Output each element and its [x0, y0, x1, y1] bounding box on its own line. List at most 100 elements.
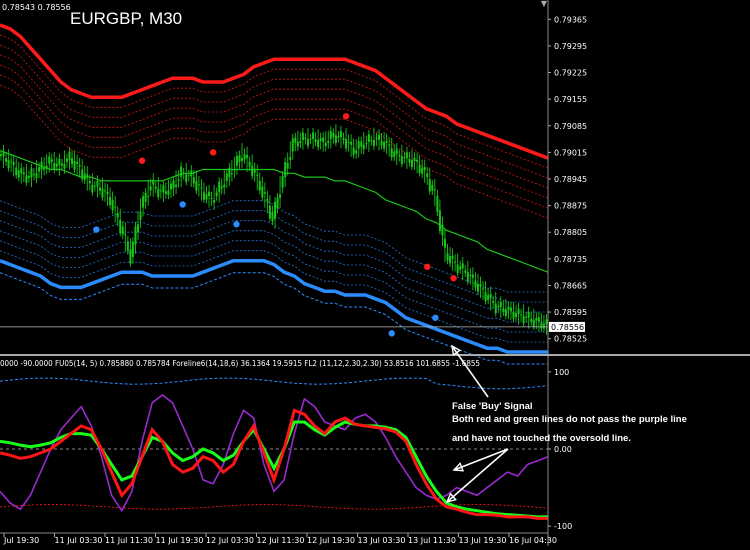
candle-body [291, 138, 294, 152]
signal-dot [93, 226, 100, 233]
candle-body [357, 141, 360, 149]
candle-body [405, 152, 408, 159]
candle-body [261, 186, 264, 198]
time-tick-label: 16 Jul 04:30 [509, 536, 557, 545]
candle-body [390, 148, 393, 158]
candle-body [65, 158, 68, 162]
candle-body [263, 192, 266, 194]
candle-body [12, 162, 15, 165]
candle-body [55, 163, 58, 167]
candle-body [428, 179, 431, 192]
candle-body [294, 137, 297, 143]
candle-body [515, 313, 518, 318]
candle-body [253, 169, 256, 173]
signal-dot [209, 149, 217, 156]
candle-body [17, 170, 20, 178]
candle-body [175, 184, 178, 187]
candle-body [162, 185, 165, 193]
candle-body [312, 132, 315, 140]
candle-body [451, 255, 454, 259]
candle-body [362, 144, 365, 150]
candle-body [215, 192, 218, 197]
candle-body [464, 270, 467, 273]
candle-body [497, 306, 500, 308]
price-tick-label: 0.78875 [554, 202, 587, 211]
candle-body [471, 274, 474, 278]
price-tick-label: 0.79015 [554, 148, 587, 157]
candle-body [230, 173, 233, 175]
candle-body [281, 175, 284, 188]
signal-dot [388, 330, 395, 337]
price-tick-label: 0.78805 [554, 228, 587, 237]
candle-body [144, 192, 147, 202]
candle-body [208, 191, 211, 197]
candle-body [213, 199, 216, 203]
candle-body [279, 194, 282, 199]
chart-title: EURGBP, M30 [70, 9, 182, 28]
candle-body [367, 134, 370, 142]
candle-body [370, 140, 373, 142]
price-tick-label: 0.79365 [554, 15, 587, 24]
price-tick-label: 0.78945 [554, 175, 587, 184]
candle-body [104, 190, 107, 192]
candle-body [50, 159, 53, 162]
candle-body [393, 151, 396, 157]
indicator-tick-label: 100 [554, 368, 569, 377]
candle-body [433, 189, 436, 191]
candle-body [124, 234, 127, 236]
candle-body [535, 317, 538, 321]
candle-body [7, 159, 10, 169]
candle-body [251, 165, 254, 177]
candle-body [398, 155, 401, 157]
annotation-line-2: Both red and green lines do not pass the… [452, 414, 687, 425]
time-tick-label: 13 Jul 19:30 [459, 536, 507, 545]
candle-body [342, 138, 345, 141]
candle-body [360, 141, 363, 147]
candle-body [182, 173, 185, 175]
candle-body [322, 137, 325, 142]
candle-body [238, 155, 241, 162]
candle-body [60, 163, 63, 166]
candle-body [329, 131, 332, 140]
candle-body [530, 318, 533, 322]
candle-body [86, 174, 89, 178]
candle-body [383, 141, 386, 149]
candle-body [388, 144, 391, 146]
candle-body [319, 138, 322, 141]
time-tick-label: 13 Jul 11:30 [408, 536, 456, 545]
candle-body [436, 196, 439, 212]
candle-body [474, 280, 477, 288]
candle-body [20, 168, 23, 174]
candle-body [400, 156, 403, 164]
candle-body [479, 284, 482, 287]
candle-body [403, 157, 406, 159]
candle-body [106, 191, 109, 195]
candle-body [169, 183, 172, 190]
candle-body [482, 288, 485, 290]
candle-body [456, 264, 459, 273]
candle-body [187, 175, 190, 177]
candle-body [327, 140, 330, 144]
price-tick-label: 0.79155 [554, 95, 587, 104]
triangle-down-icon[interactable]: ▼ [539, 0, 549, 8]
candle-body [197, 184, 200, 186]
candle-body [365, 142, 368, 144]
candle-body [431, 184, 434, 191]
signal-dot [179, 201, 186, 208]
price-tick-label: 0.78525 [554, 335, 587, 344]
candle-body [149, 186, 152, 191]
candle-body [347, 141, 350, 143]
candle-body [350, 141, 353, 145]
current-price-label: 0.78556 [551, 323, 584, 332]
candle-body [309, 138, 312, 140]
candle-body [30, 168, 33, 178]
candle-body [159, 190, 162, 192]
candle-body [540, 322, 543, 329]
price-tick-label: 0.79225 [554, 69, 587, 78]
candle-body [233, 169, 236, 171]
candle-body [235, 156, 238, 166]
candle-body [438, 210, 441, 232]
candle-body [114, 206, 117, 208]
signal-dot [424, 263, 431, 271]
candle-body [489, 293, 492, 298]
